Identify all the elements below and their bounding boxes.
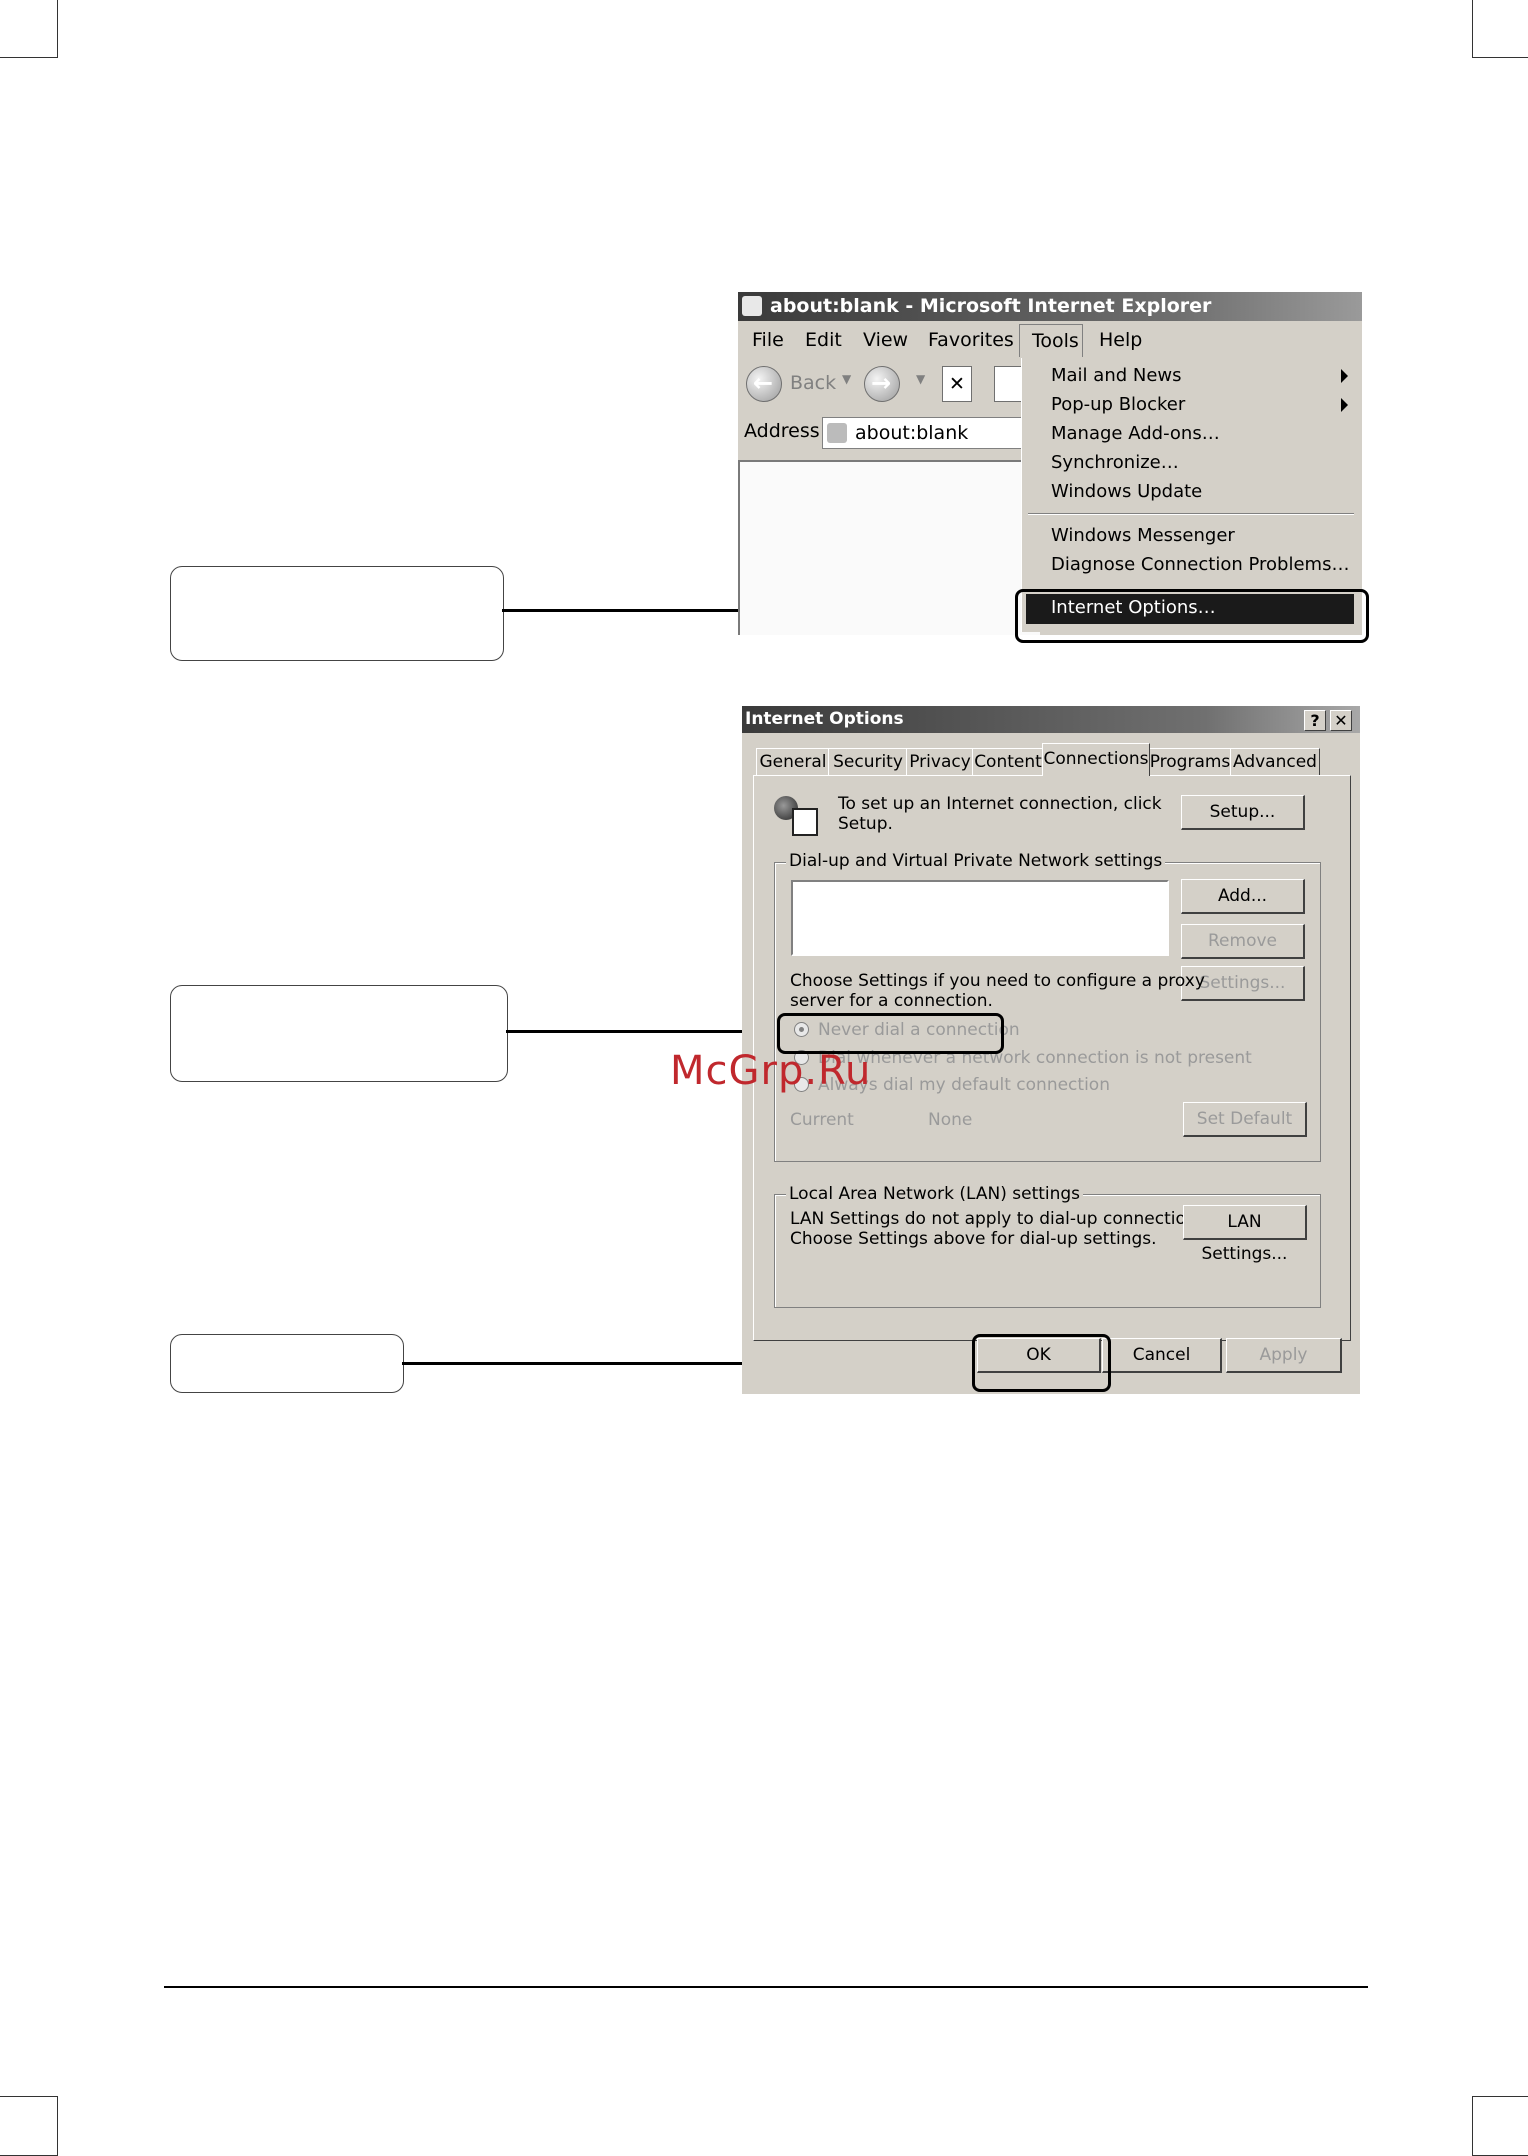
page-content-area: [738, 460, 1040, 635]
lan-text-line-1: LAN Settings do not apply to dial-up con…: [790, 1209, 1211, 1229]
menu-item-mail-and-news[interactable]: Mail and News: [1051, 365, 1182, 386]
tab-privacy[interactable]: Privacy: [906, 748, 974, 775]
ie-menubar: File Edit View Favorites Tools Help: [738, 323, 1362, 357]
tab-general[interactable]: General: [756, 748, 830, 775]
setup-text-line-1: To set up an Internet connection, click: [838, 794, 1162, 814]
dialog-title: Internet Options: [745, 709, 904, 729]
dialup-group-label: Dial-up and Virtual Private Network sett…: [786, 851, 1166, 871]
apply-button[interactable]: Apply: [1226, 1338, 1342, 1373]
highlight-box-ok: [972, 1334, 1111, 1392]
forward-arrow-icon[interactable]: →: [864, 366, 900, 402]
ie-logo-icon: [742, 296, 762, 316]
tab-programs[interactable]: Programs: [1148, 748, 1232, 775]
menu-tools[interactable]: Tools: [1019, 324, 1083, 357]
close-button[interactable]: ✕: [1330, 710, 1352, 731]
menu-edit[interactable]: Edit: [805, 329, 842, 351]
setup-button[interactable]: Setup...: [1181, 795, 1305, 830]
watermark: McGrp.Ru: [670, 1048, 872, 1094]
lan-text-line-2: Choose Settings above for dial-up settin…: [790, 1229, 1157, 1249]
address-label: Address: [744, 420, 820, 442]
address-value: about:blank: [855, 422, 969, 444]
help-button[interactable]: ?: [1304, 710, 1326, 731]
dialog-titlebar: Internet Options ? ✕: [742, 706, 1360, 733]
menu-separator: [1028, 513, 1354, 515]
tab-content[interactable]: Content: [972, 748, 1044, 775]
page-icon: [827, 423, 847, 443]
callout-box-2: [170, 985, 508, 1082]
set-default-button[interactable]: Set Default: [1183, 1102, 1307, 1137]
tab-security[interactable]: Security: [828, 748, 908, 775]
crop-mark-top-right: [1472, 0, 1528, 58]
remove-button[interactable]: Remove: [1181, 924, 1305, 959]
add-button[interactable]: Add...: [1181, 879, 1305, 914]
menu-item-diagnose-connection[interactable]: Diagnose Connection Problems…: [1051, 554, 1349, 575]
menu-item-popup-blocker[interactable]: Pop-up Blocker: [1051, 394, 1185, 415]
address-input[interactable]: about:blank: [822, 417, 1024, 449]
current-value: None: [928, 1110, 973, 1130]
callout-box-3: [170, 1334, 404, 1393]
leader-line-2: [506, 1030, 782, 1033]
menu-file[interactable]: File: [752, 329, 784, 351]
footer-rule: [164, 1986, 1368, 1988]
menu-help[interactable]: Help: [1099, 329, 1142, 351]
back-dropdown-icon[interactable]: ▼: [842, 372, 851, 386]
crop-mark-bottom-right: [1472, 2096, 1528, 2156]
lan-group-label: Local Area Network (LAN) settings: [786, 1184, 1084, 1204]
stop-icon[interactable]: ✕: [942, 366, 972, 402]
menu-item-windows-update[interactable]: Windows Update: [1051, 481, 1202, 502]
menu-item-manage-addons[interactable]: Manage Add-ons…: [1051, 423, 1220, 444]
menu-tools-label: Tools: [1032, 330, 1079, 352]
crop-mark-bottom-left: [0, 2096, 58, 2156]
menu-favorites[interactable]: Favorites: [928, 329, 1014, 351]
menu-item-windows-messenger[interactable]: Windows Messenger: [1051, 525, 1235, 546]
ie-title: about:blank - Microsoft Internet Explore…: [770, 295, 1212, 317]
forward-dropdown-icon[interactable]: ▼: [916, 372, 925, 386]
current-label: Current: [790, 1110, 854, 1130]
proxy-text-line-1: Choose Settings if you need to configure…: [790, 971, 1205, 991]
tab-connections[interactable]: Connections: [1042, 743, 1150, 776]
callout-box-1: [170, 566, 504, 661]
submenu-arrow-icon: [1341, 398, 1348, 412]
computer-icon: [792, 808, 818, 836]
back-arrow-icon[interactable]: ←: [746, 366, 782, 402]
menu-item-synchronize[interactable]: Synchronize…: [1051, 452, 1179, 473]
submenu-arrow-icon: [1341, 369, 1348, 383]
menu-view[interactable]: View: [863, 329, 908, 351]
setup-text-line-2: Setup.: [838, 814, 893, 834]
tab-advanced[interactable]: Advanced: [1230, 748, 1320, 775]
refresh-icon[interactable]: [994, 366, 1024, 402]
highlight-box-internet-options: [1015, 589, 1369, 643]
dialup-connections-list[interactable]: [791, 880, 1169, 956]
lan-settings-button[interactable]: LAN Settings...: [1183, 1205, 1307, 1264]
cancel-button[interactable]: Cancel: [1102, 1338, 1222, 1373]
back-label[interactable]: Back: [790, 372, 836, 394]
crop-mark-top-left: [0, 0, 58, 58]
ie-titlebar: about:blank - Microsoft Internet Explore…: [738, 292, 1362, 321]
proxy-text-line-2: server for a connection.: [790, 991, 993, 1011]
